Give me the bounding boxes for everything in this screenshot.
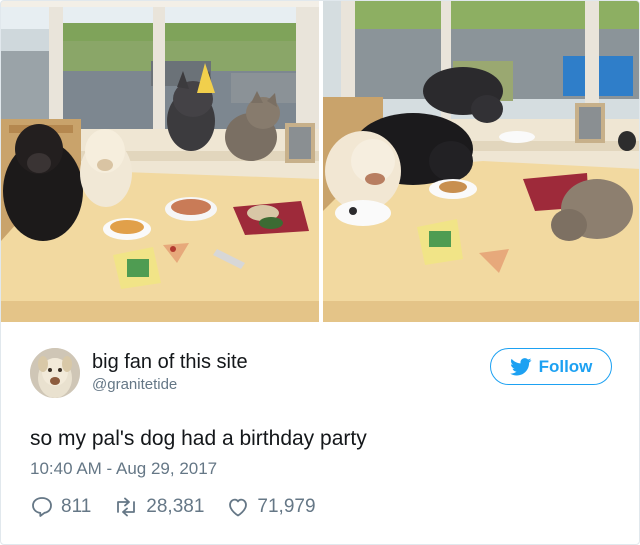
reply-button[interactable]: 811 [30, 495, 91, 519]
reply-count: 811 [61, 496, 92, 517]
tweet-card: big fan of this site @granitetide Follow… [0, 0, 640, 545]
follow-label: Follow [538, 356, 593, 376]
avatar[interactable] [30, 348, 80, 398]
follow-button[interactable]: Follow [490, 348, 612, 385]
retweet-button[interactable]: 28,381 [113, 495, 204, 519]
party-photo-left-drawing [1, 1, 319, 322]
heart-icon [226, 495, 250, 519]
author-display-name[interactable]: big fan of this site [92, 351, 248, 374]
tweet-timestamp[interactable]: 10:40 AM - Aug 29, 2017 [30, 459, 217, 479]
party-photo-right-drawing [323, 1, 639, 322]
reply-icon [30, 495, 54, 519]
photo-dogs-eating-party-food[interactable] [323, 1, 639, 322]
photo-dogs-at-party-table[interactable] [1, 1, 319, 322]
like-button[interactable]: 71,979 [226, 495, 316, 519]
twitter-bird-icon [509, 357, 532, 376]
like-count: 71,979 [257, 496, 316, 517]
avatar-drawing [30, 348, 80, 398]
tweet-media[interactable] [1, 1, 639, 322]
tweet-text: so my pal's dog had a birthday party [30, 427, 367, 450]
tweet-actions: 811 28,381 71,979 [30, 493, 338, 521]
author-handle[interactable]: @granitetide [92, 376, 177, 393]
retweet-icon [113, 495, 139, 519]
retweet-count: 28,381 [146, 496, 205, 517]
